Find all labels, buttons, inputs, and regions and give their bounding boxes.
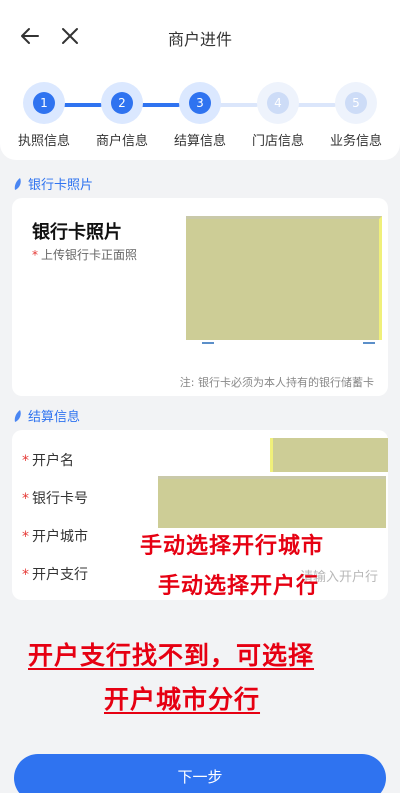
- required-mark: *: [22, 567, 29, 583]
- header-card: 商户进件 1 执照信息 2 商户信息 3 结算信息 4 门店信息 5 业务信息: [0, 0, 400, 160]
- step-ring: 5: [335, 82, 377, 124]
- photo-corner-mark: [363, 342, 375, 344]
- bank-card-title: 银行卡照片: [32, 222, 122, 243]
- step-label: 业务信息: [329, 134, 382, 149]
- step-4[interactable]: 4 门店信息: [238, 82, 318, 149]
- step-number: 2: [111, 92, 133, 114]
- step-ring: 4: [257, 82, 299, 124]
- field-city[interactable]: * 开户城市: [22, 526, 88, 546]
- step-ring: 2: [101, 82, 143, 124]
- step-1[interactable]: 1 执照信息: [4, 82, 84, 149]
- bank-card-note: 注: 银行卡必须为本人持有的银行储蓄卡: [179, 376, 374, 389]
- next-step-button[interactable]: 下一步: [14, 754, 386, 793]
- step-ring: 3: [179, 82, 221, 124]
- photo-corner-mark: [202, 342, 214, 344]
- required-mark: *: [32, 248, 38, 262]
- progress-stepper: 1 执照信息 2 商户信息 3 结算信息 4 门店信息 5 业务信息: [0, 82, 400, 154]
- step-number: 4: [267, 92, 289, 114]
- annotation-select-branch: 手动选择开户行: [158, 574, 320, 599]
- card-number-input[interactable]: [158, 476, 386, 528]
- field-branch[interactable]: * 开户支行: [22, 564, 88, 584]
- nav-bar: 商户进件: [0, 0, 400, 72]
- section-title-settlement: 结算信息: [14, 406, 80, 425]
- field-label: 开户支行: [32, 567, 88, 583]
- required-mark: *: [22, 491, 29, 507]
- step-label: 执照信息: [17, 134, 70, 149]
- step-3[interactable]: 3 结算信息: [160, 82, 240, 149]
- field-label: 开户名: [32, 453, 74, 469]
- step-label: 门店信息: [251, 134, 304, 149]
- page-title: 商户进件: [167, 30, 232, 49]
- step-5[interactable]: 5 业务信息: [316, 82, 396, 149]
- section-title-bank-photo: 银行卡照片: [14, 174, 93, 193]
- step-label: 结算信息: [173, 134, 226, 149]
- bank-card-photo-upload[interactable]: [186, 216, 382, 344]
- annotation-city-branch: 开户城市分行: [104, 685, 261, 714]
- leaf-icon: [14, 177, 21, 190]
- required-mark: *: [22, 529, 29, 545]
- account-name-input[interactable]: [270, 438, 388, 472]
- upload-hint: * 上传银行卡正面照: [32, 246, 137, 263]
- step-number: 5: [345, 92, 367, 114]
- field-account-name: * 开户名: [22, 450, 74, 470]
- section-title-text: 结算信息: [28, 410, 81, 425]
- annotation-select-city: 手动选择开行城市: [140, 534, 325, 559]
- step-label: 商户信息: [95, 134, 148, 149]
- step-number: 1: [33, 92, 55, 114]
- field-label: 银行卡号: [32, 491, 88, 507]
- annotation-branch-not-found: 开户支行找不到，可选择: [28, 641, 315, 670]
- step-number: 3: [189, 92, 211, 114]
- bank-card-upload-card: 银行卡照片 * 上传银行卡正面照 注: 银行卡必须为本人持有的银行储蓄卡: [12, 198, 388, 396]
- step-ring: 1: [23, 82, 65, 124]
- section-title-text: 银行卡照片: [28, 178, 94, 193]
- upload-hint-text: 上传银行卡正面照: [41, 248, 138, 262]
- required-mark: *: [22, 453, 29, 469]
- field-label: 开户城市: [32, 529, 88, 545]
- step-2[interactable]: 2 商户信息: [82, 82, 162, 149]
- leaf-icon: [14, 409, 21, 422]
- field-card-number: * 银行卡号: [22, 488, 88, 508]
